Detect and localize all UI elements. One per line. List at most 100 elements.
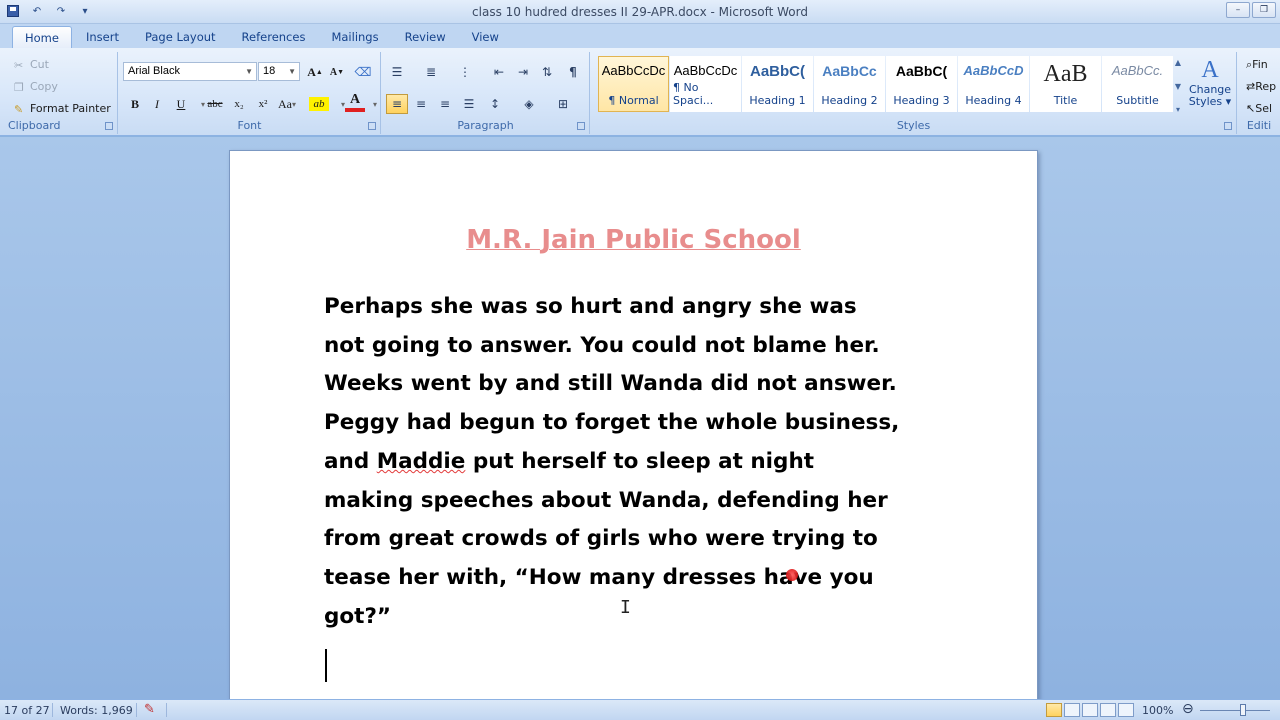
justify-icon[interactable]: ☰ — [458, 94, 480, 114]
style-name: Heading 1 — [749, 94, 806, 107]
style-title[interactable]: AaB Title — [1030, 56, 1101, 112]
decrease-indent-icon[interactable]: ⇤ — [488, 62, 510, 82]
style-heading-2[interactable]: AaBbCc Heading 2 — [814, 56, 885, 112]
align-center-icon[interactable]: ≡ — [410, 94, 432, 114]
paragraph-group: ☰ ≣ ⋮ ⇤ ⇥ ⇅ ¶ ≡ ≡ ≡ ☰ ↕ ◈ ⊞ Paragraph — [382, 52, 590, 134]
show-formatting-icon[interactable]: ¶ — [562, 62, 584, 82]
styles-launcher-icon[interactable] — [1224, 122, 1232, 130]
style-name: Title — [1053, 94, 1078, 107]
multilevel-list-icon[interactable]: ⋮ — [454, 62, 476, 82]
web-layout-icon[interactable] — [1082, 703, 1098, 717]
tab-mailings[interactable]: Mailings — [319, 26, 390, 48]
chevron-down-icon: ▼ — [245, 67, 253, 76]
style-subtitle[interactable]: AaBbCc. Subtitle — [1102, 56, 1173, 112]
find-button[interactable]: ⌕Fin — [1246, 58, 1268, 72]
shrink-font-button[interactable]: A ▼ — [327, 62, 347, 82]
body-text: put herself to sleep at night — [465, 448, 815, 474]
body-text: and — [324, 448, 377, 474]
document-heading: M.R. Jain Public School — [466, 225, 801, 255]
change-styles-label-2: Styles ▾ — [1188, 95, 1232, 108]
line-spacing-icon[interactable]: ↕ — [484, 94, 506, 114]
format-painter-button[interactable]: ✎ Format Painter — [14, 102, 111, 116]
minimize-icon[interactable]: – — [1226, 2, 1250, 18]
style-name: ¶ Normal — [608, 94, 659, 107]
style-name: Heading 4 — [965, 94, 1022, 107]
tab-page-layout[interactable]: Page Layout — [133, 26, 228, 48]
align-left-icon[interactable]: ≡ — [386, 94, 408, 114]
style-normal[interactable]: AaBbCcDc ¶ Normal — [598, 56, 669, 112]
numbering-icon[interactable]: ≣ — [420, 62, 442, 82]
paintbrush-icon: ✎ — [14, 102, 24, 116]
font-size-combo[interactable]: 18 ▼ — [258, 62, 300, 81]
gallery-scroll[interactable]: ▲ ▼ ▾ — [1172, 58, 1184, 114]
clipboard-launcher-icon[interactable] — [105, 122, 113, 130]
superscript-button[interactable]: x² — [253, 94, 273, 114]
tab-review[interactable]: Review — [393, 26, 458, 48]
font-launcher-icon[interactable] — [368, 122, 376, 130]
replace-button[interactable]: ⇄Rep — [1246, 80, 1276, 93]
body-line: from great crowds of girls who were tryi… — [324, 526, 878, 552]
style-heading-3[interactable]: AaBbC( Heading 3 — [886, 56, 957, 112]
shrink-font-icon: A — [329, 66, 338, 78]
text-cursor — [325, 649, 327, 682]
body-line: and Maddie put herself to sleep at night — [324, 443, 964, 482]
style-no-spacing[interactable]: AaBbCcDc ¶ No Spaci... — [670, 56, 741, 112]
misspelled-word[interactable]: Maddie — [377, 449, 466, 474]
italic-button[interactable]: I — [147, 94, 167, 114]
bullets-icon[interactable]: ☰ — [386, 62, 408, 82]
full-screen-reading-icon[interactable] — [1064, 703, 1080, 717]
grow-font-icon: A — [307, 64, 316, 79]
strikethrough-button[interactable]: abc — [205, 94, 225, 114]
font-name-combo[interactable]: Arial Black ▼ — [123, 62, 257, 81]
editing-group: ⌕Fin ⇄Rep ↖Sel Editi — [1238, 52, 1280, 134]
document-body[interactable]: Perhaps she was so hurt and angry she wa… — [324, 288, 964, 636]
borders-icon[interactable]: ⊞ — [552, 94, 574, 114]
draft-icon[interactable] — [1118, 703, 1134, 717]
grow-font-button[interactable]: A ▲ — [305, 62, 325, 82]
style-heading-4[interactable]: AaBbCcD Heading 4 — [958, 56, 1029, 112]
tab-insert[interactable]: Insert — [74, 26, 131, 48]
sort-icon[interactable]: ⇅ — [536, 62, 558, 82]
zoom-slider-thumb[interactable] — [1240, 704, 1246, 716]
style-heading-1[interactable]: AaBbC( Heading 1 — [742, 56, 813, 112]
tab-references[interactable]: References — [230, 26, 318, 48]
restore-icon[interactable]: ❐ — [1252, 2, 1276, 18]
replace-icon: ⇄ — [1246, 80, 1256, 93]
document-page[interactable]: M.R. Jain Public School Perhaps she was … — [229, 150, 1038, 699]
select-button[interactable]: ↖Sel — [1246, 102, 1272, 115]
word-count[interactable]: Words: 1,969 — [60, 704, 133, 717]
copy-icon: ❐ — [14, 80, 24, 94]
subscript-button[interactable]: x₂ — [229, 94, 249, 114]
separator — [136, 703, 137, 717]
chevron-up-icon[interactable]: ▲ — [1175, 58, 1181, 67]
paragraph-launcher-icon[interactable] — [577, 122, 585, 130]
shading-icon[interactable]: ◈ — [518, 94, 540, 114]
cut-button[interactable]: ✂ Cut — [14, 58, 49, 72]
font-color-button[interactable]: A — [345, 92, 365, 112]
page-count[interactable]: 17 of 27 — [4, 704, 50, 717]
style-name: ¶ No Spaci... — [673, 81, 714, 107]
body-line: tease her with, “How many dresses have y… — [324, 564, 874, 590]
tab-home[interactable]: Home — [12, 26, 72, 48]
chevron-down-icon[interactable]: ▼ — [1175, 82, 1181, 91]
clear-formatting-icon[interactable]: ⌫ — [353, 62, 373, 82]
copy-button[interactable]: ❐ Copy — [14, 80, 58, 94]
align-right-icon[interactable]: ≡ — [434, 94, 456, 114]
cut-label: Cut — [30, 58, 49, 71]
change-case-button[interactable]: Aa ▾ — [277, 94, 297, 114]
gallery-more-icon[interactable]: ▾ — [1176, 105, 1180, 114]
zoom-out-icon[interactable]: ⊖ — [1182, 701, 1194, 717]
change-styles-button[interactable]: A Change Styles ▾ — [1186, 56, 1234, 118]
proofing-icon[interactable]: ✎ — [144, 702, 155, 717]
tab-view[interactable]: View — [460, 26, 511, 48]
increase-indent-icon[interactable]: ⇥ — [512, 62, 534, 82]
underline-button[interactable]: U — [171, 94, 191, 114]
bold-button[interactable]: B — [125, 94, 145, 114]
print-layout-icon[interactable] — [1046, 703, 1062, 717]
zoom-level[interactable]: 100% — [1142, 704, 1173, 717]
highlight-button[interactable]: ab — [309, 97, 329, 111]
separator — [166, 703, 167, 717]
zoom-slider-track[interactable] — [1200, 710, 1270, 711]
outline-icon[interactable] — [1100, 703, 1116, 717]
format-painter-label: Format Painter — [30, 102, 111, 115]
